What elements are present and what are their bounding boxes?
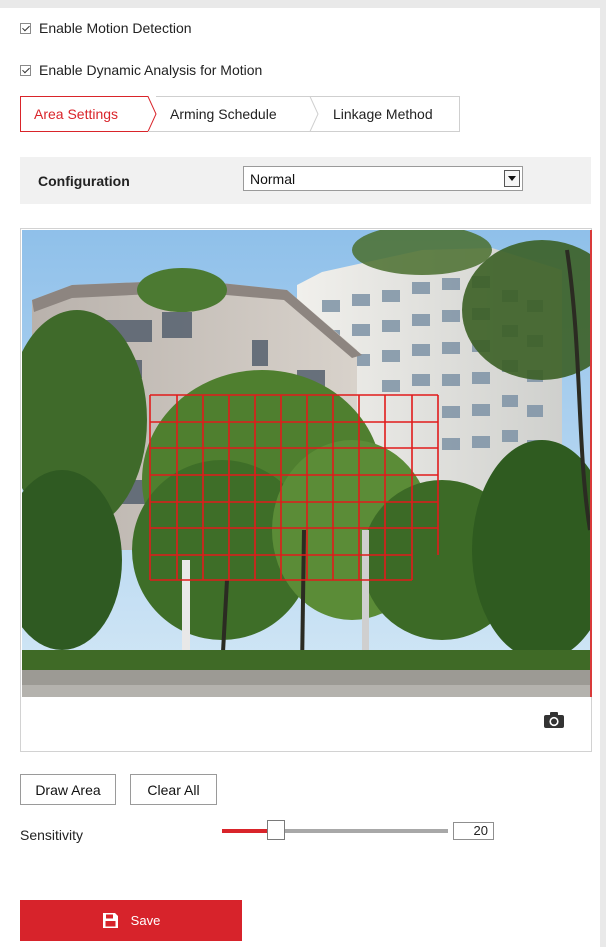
configuration-bar: Configuration Normal xyxy=(20,157,591,204)
top-border xyxy=(0,0,606,8)
camera-icon[interactable] xyxy=(543,711,565,729)
chevron-down-icon[interactable] xyxy=(504,170,520,187)
slider-fill xyxy=(222,829,267,833)
live-view-panel xyxy=(20,228,592,752)
sensitivity-value-input[interactable]: 20 xyxy=(453,822,494,840)
right-border xyxy=(600,0,606,947)
tab-bar: Area Settings Arming Schedule Linkage Me… xyxy=(20,96,460,132)
configuration-select[interactable]: Normal xyxy=(243,166,523,191)
configuration-select-value: Normal xyxy=(250,171,296,187)
tab-arming-schedule[interactable]: Arming Schedule xyxy=(170,106,277,122)
enable-motion-detection-label: Enable Motion Detection xyxy=(39,20,192,36)
save-button[interactable]: Save xyxy=(20,900,242,941)
enable-motion-detection-option[interactable]: Enable Motion Detection xyxy=(20,20,192,36)
save-label: Save xyxy=(130,913,161,928)
enable-motion-detection-checkbox[interactable] xyxy=(20,22,31,34)
tab-area-settings[interactable]: Area Settings xyxy=(34,106,118,122)
configuration-label: Configuration xyxy=(38,173,130,189)
slider-thumb[interactable] xyxy=(267,820,285,840)
enable-dynamic-analysis-label: Enable Dynamic Analysis for Motion xyxy=(39,62,263,78)
tab-linkage-method[interactable]: Linkage Method xyxy=(333,106,433,122)
sensitivity-slider[interactable] xyxy=(222,820,452,842)
camera-scene xyxy=(22,230,590,697)
draw-area-button[interactable]: Draw Area xyxy=(20,774,116,805)
floppy-disk-icon xyxy=(102,913,118,928)
sensitivity-label: Sensitivity xyxy=(20,827,84,843)
enable-dynamic-analysis-checkbox[interactable] xyxy=(20,64,31,76)
enable-dynamic-analysis-option[interactable]: Enable Dynamic Analysis for Motion xyxy=(20,62,262,78)
clear-all-button[interactable]: Clear All xyxy=(130,774,217,805)
camera-live-view[interactable] xyxy=(22,230,592,697)
